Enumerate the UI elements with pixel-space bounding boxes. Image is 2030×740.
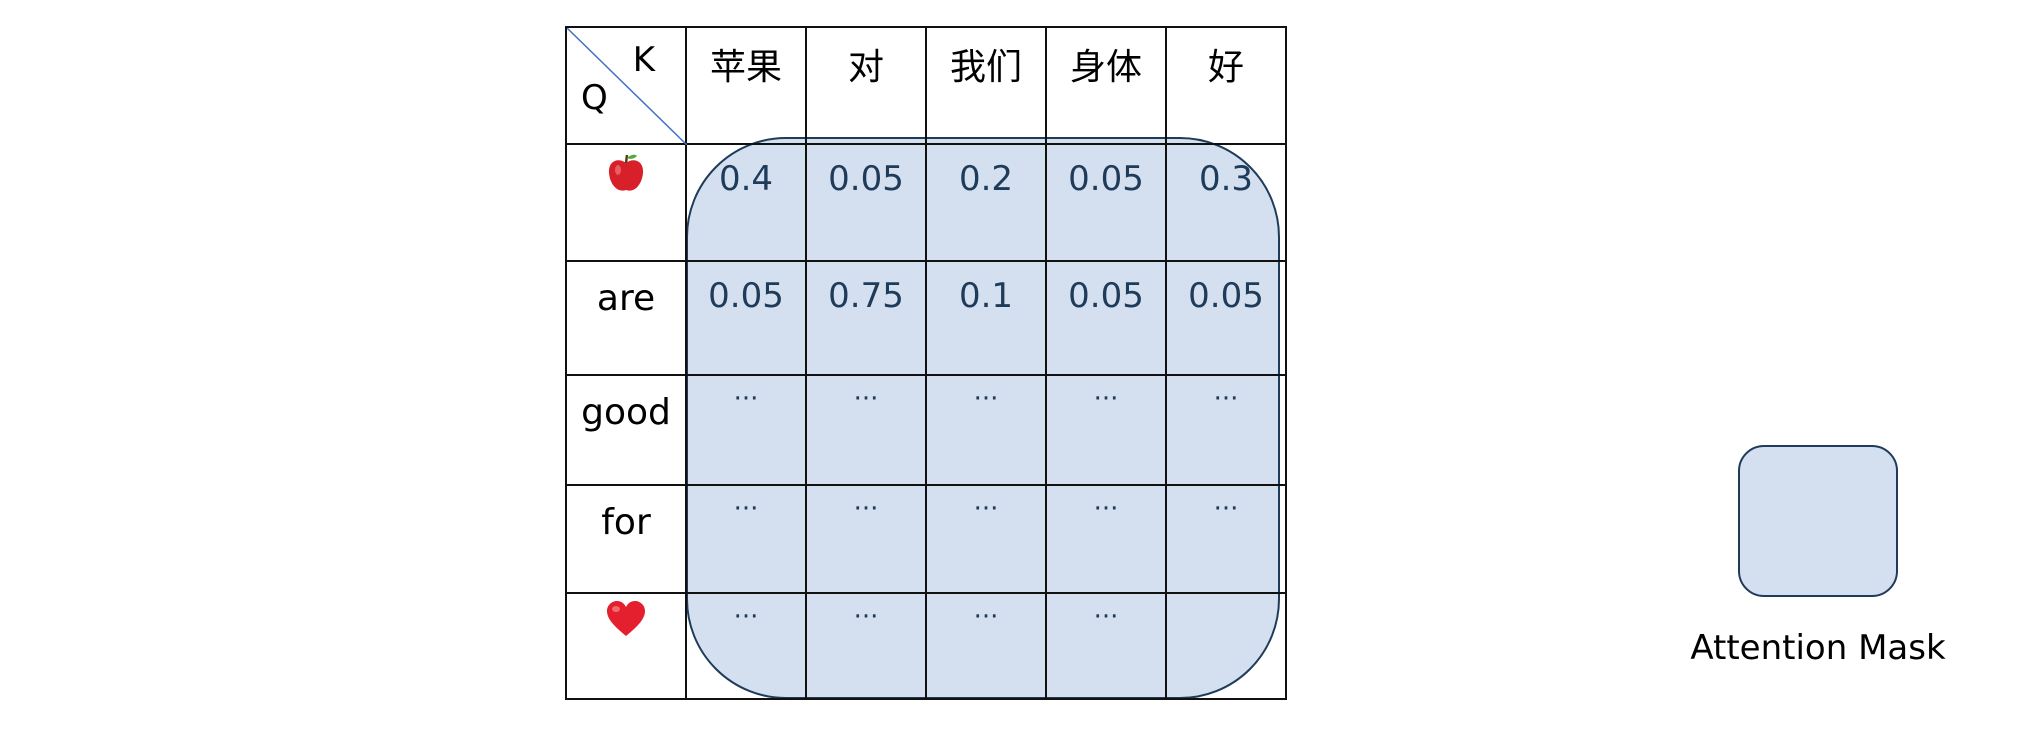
key-header: 好 — [1165, 26, 1287, 145]
corner-cell: K Q — [565, 26, 687, 145]
attention-value: ··· — [685, 484, 807, 594]
attention-value: ··· — [805, 374, 927, 486]
attention-value: ··· — [925, 484, 1047, 594]
attention-value: 0.75 — [805, 260, 927, 376]
apple-icon — [565, 143, 687, 262]
attention-value: ··· — [925, 592, 1047, 700]
attention-value: 0.4 — [685, 143, 807, 262]
attention-value: ··· — [1045, 484, 1167, 594]
query-label: for — [565, 484, 687, 594]
attention-value: 0.05 — [1045, 260, 1167, 376]
attention-value: ··· — [1165, 484, 1287, 594]
attention-value: 0.3 — [1165, 143, 1287, 262]
attention-value: 0.05 — [1045, 143, 1167, 262]
attention-diagram: K Q 苹果 对 我们 身体 好 0.4 0.05 0.2 0.05 0.3 a… — [0, 0, 2030, 740]
query-axis-label: Q — [581, 78, 608, 118]
heart-icon — [565, 592, 687, 700]
attention-value: ··· — [1045, 592, 1167, 700]
key-header: 苹果 — [685, 26, 807, 145]
attention-value: ··· — [1165, 374, 1287, 486]
table-row: are 0.05 0.75 0.1 0.05 0.05 — [565, 260, 1287, 376]
attention-table: K Q 苹果 对 我们 身体 好 0.4 0.05 0.2 0.05 0.3 a… — [565, 26, 1287, 700]
attention-value: 0.2 — [925, 143, 1047, 262]
attention-value: ··· — [925, 374, 1047, 486]
key-header: 对 — [805, 26, 927, 145]
table-row: for ··· ··· ··· ··· ··· — [565, 484, 1287, 594]
attention-value: 0.1 — [925, 260, 1047, 376]
header-row: K Q 苹果 对 我们 身体 好 — [565, 26, 1287, 145]
attention-value: ··· — [685, 374, 807, 486]
table-row: good ··· ··· ··· ··· ··· — [565, 374, 1287, 486]
key-header: 我们 — [925, 26, 1047, 145]
table-row: ··· ··· ··· ··· — [565, 592, 1287, 700]
attention-value: 0.05 — [685, 260, 807, 376]
query-label: good — [565, 374, 687, 486]
attention-value: 0.05 — [805, 143, 927, 262]
legend-swatch — [1738, 445, 1898, 597]
query-label: are — [565, 260, 687, 376]
attention-value — [1165, 592, 1287, 700]
legend-label: Attention Mask — [1690, 628, 1946, 668]
table-row: 0.4 0.05 0.2 0.05 0.3 — [565, 143, 1287, 262]
attention-value: ··· — [685, 592, 807, 700]
attention-value: 0.05 — [1165, 260, 1287, 376]
key-axis-label: K — [632, 40, 655, 80]
attention-value: ··· — [1045, 374, 1167, 486]
key-header: 身体 — [1045, 26, 1167, 145]
attention-value: ··· — [805, 592, 927, 700]
attention-value: ··· — [805, 484, 927, 594]
